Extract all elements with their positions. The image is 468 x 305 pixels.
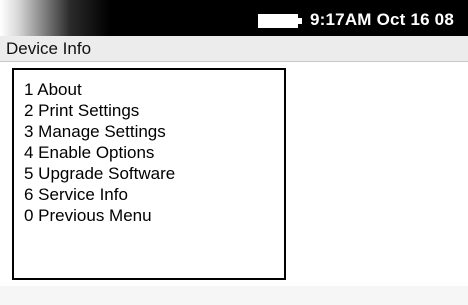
menu-panel: 1 About 2 Print Settings 3 Manage Settin… (12, 68, 286, 280)
menu-item-service-info[interactable]: 6 Service Info (24, 184, 175, 205)
menu-item-print-settings[interactable]: 2 Print Settings (24, 100, 175, 121)
status-time-date: 9:17AM Oct 16 08 (310, 10, 454, 29)
menu-item-previous-menu[interactable]: 0 Previous Menu (24, 205, 175, 226)
bottom-band (0, 286, 468, 305)
menu-item-about[interactable]: 1 About (24, 79, 175, 100)
status-bar: 9:17AM Oct 16 08 (0, 0, 468, 36)
battery-icon-tip (298, 18, 302, 24)
menu-list: 1 About 2 Print Settings 3 Manage Settin… (24, 79, 175, 226)
menu-item-manage-settings[interactable]: 3 Manage Settings (24, 121, 175, 142)
menu-item-upgrade-software[interactable]: 5 Upgrade Software (24, 163, 175, 184)
title-bar: Device Info (0, 36, 468, 62)
device-screen: 9:17AM Oct 16 08 Device Info 1 About 2 P… (0, 0, 468, 305)
page-title: Device Info (6, 39, 92, 58)
battery-icon (258, 14, 298, 28)
menu-item-enable-options[interactable]: 4 Enable Options (24, 142, 175, 163)
